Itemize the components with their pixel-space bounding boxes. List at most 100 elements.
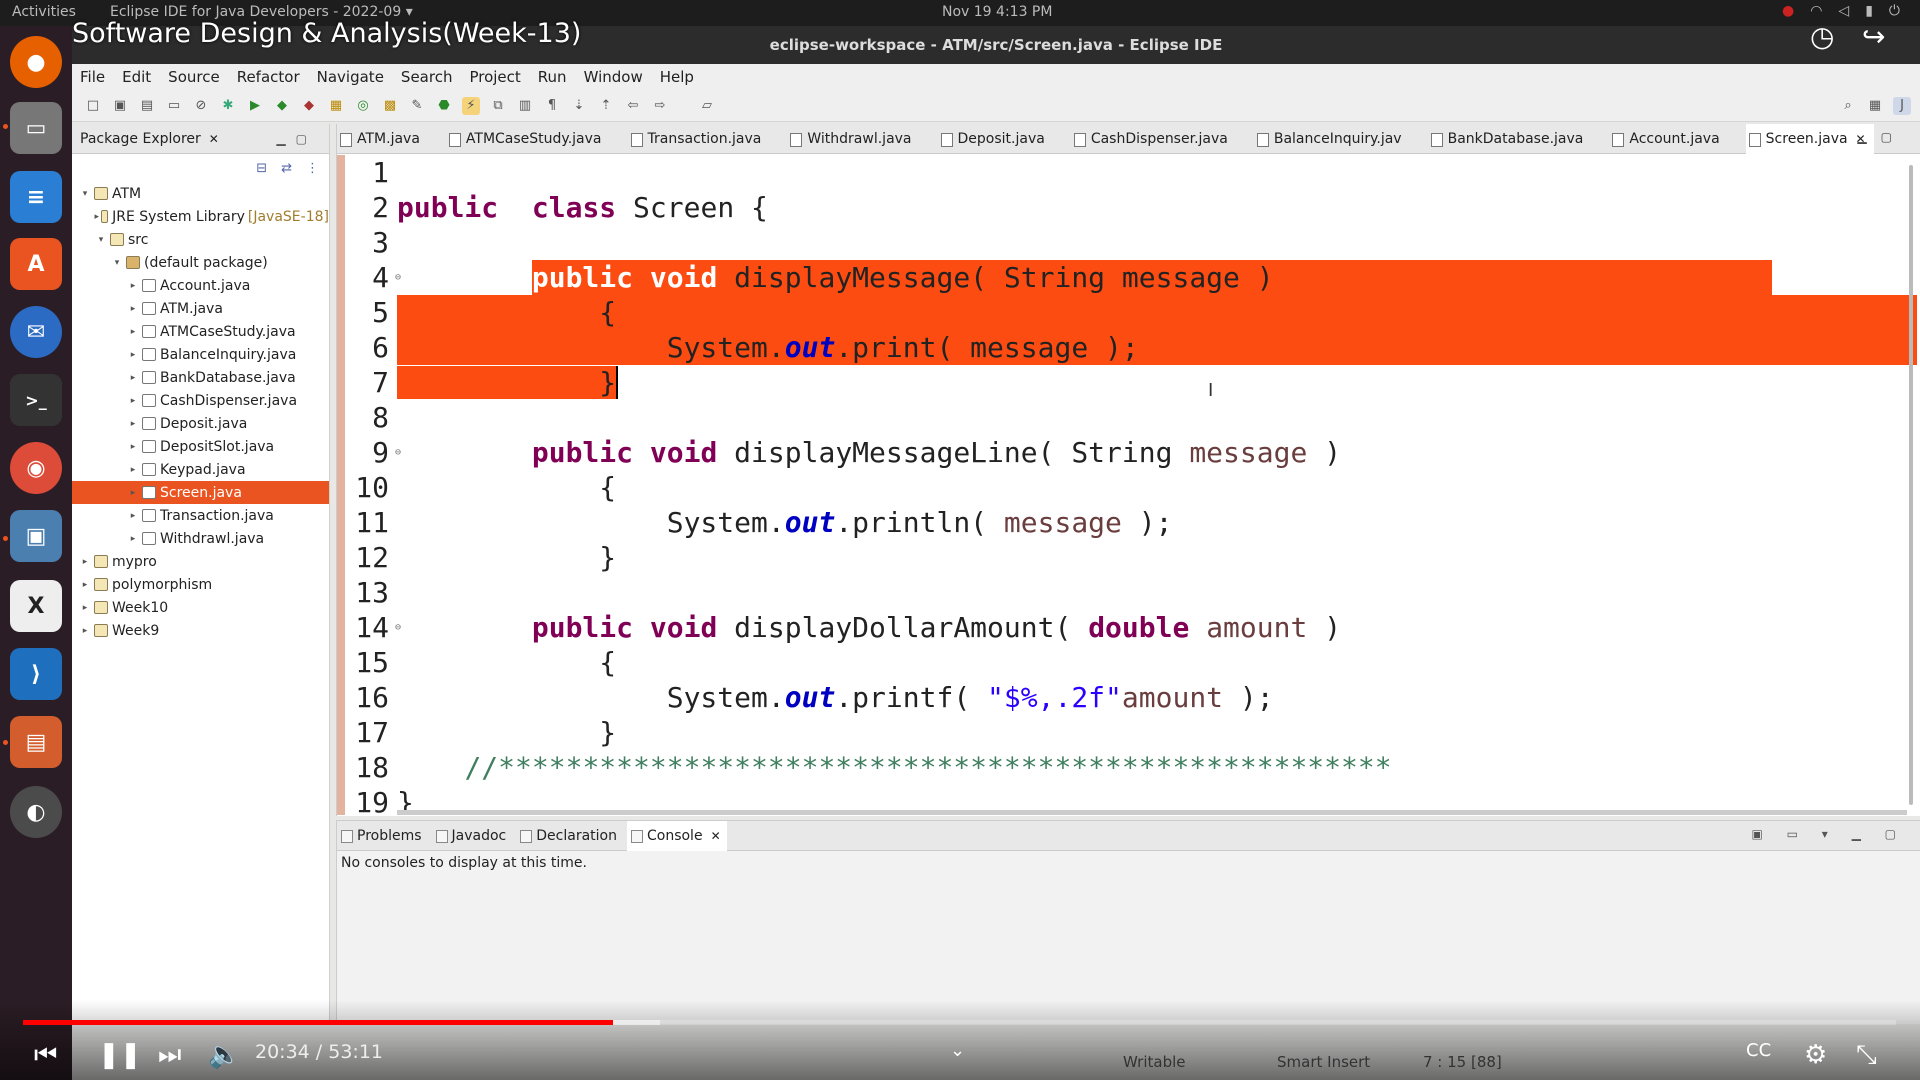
menu-edit[interactable]: Edit [122, 68, 151, 86]
menu-project[interactable]: Project [469, 68, 520, 86]
firefox-icon[interactable]: ● [10, 36, 62, 88]
editor-tab[interactable]: Deposit.java [938, 131, 1045, 147]
code-line[interactable]: public void displayDollarAmount( double … [397, 610, 1917, 645]
editor-view-controls[interactable]: ▁▢ [1857, 130, 1906, 144]
editor-tab[interactable]: ATM.java [337, 131, 420, 147]
video-title[interactable]: Software Design & Analysis(Week-13) [72, 18, 581, 49]
share-icon[interactable]: ↪ [1862, 20, 1885, 53]
editor-tab[interactable]: CashDispenser.java [1071, 131, 1228, 147]
chevron-right-icon[interactable]: ▸ [78, 580, 92, 590]
menu-refactor[interactable]: Refactor [237, 68, 300, 86]
code-line[interactable] [397, 400, 1917, 435]
new-class-icon[interactable]: ◎ [354, 97, 372, 115]
tree-node[interactable]: ▸ Withdrawl.java [72, 527, 329, 550]
chevron-right-icon[interactable]: ▸ [126, 281, 140, 291]
run-icon[interactable]: ▶ [246, 97, 264, 115]
tree-node[interactable]: ▸ Account.java [72, 274, 329, 297]
chevron-right-icon[interactable]: ▸ [126, 350, 140, 360]
code-line[interactable]: //**************************************… [397, 750, 1917, 785]
code-line[interactable] [397, 575, 1917, 610]
editor-tab[interactable]: Screen.java ✕ [1745, 123, 1874, 154]
editor-tab[interactable]: ATMCaseStudy.java [446, 131, 602, 147]
close-icon[interactable]: ✕ [711, 829, 721, 843]
captions-icon[interactable]: CC [1746, 1040, 1771, 1061]
tree-node[interactable]: ▸ ATMCaseStudy.java [72, 320, 329, 343]
menu-window[interactable]: Window [584, 68, 643, 86]
back-icon[interactable]: ⇦ [624, 97, 642, 115]
tree-node[interactable]: ▸ Week9 [72, 619, 329, 642]
chevron-right-icon[interactable]: ▸ [126, 373, 140, 383]
tree-node[interactable]: ▸ CashDispenser.java [72, 389, 329, 412]
code-line[interactable]: System.out.printf( "$%,.2f"amount ); [397, 680, 1917, 715]
impress-icon[interactable]: ▤ [10, 716, 62, 768]
tree-node[interactable]: ▾ ATM [72, 182, 329, 205]
menu-help[interactable]: Help [660, 68, 694, 86]
volume-icon[interactable]: 🔈 [208, 1040, 240, 1070]
thunderbird-icon[interactable]: ✉ [10, 306, 62, 358]
chevron-down-icon[interactable]: ▾ [110, 258, 124, 268]
view-menu-icon[interactable]: ⋮ [306, 161, 319, 176]
console-view-controls[interactable]: ▣ ▭ ▾ ▁ ▢ [1751, 827, 1906, 841]
skip-breakpoints-icon[interactable]: ⊘ [192, 97, 210, 115]
save-all-icon[interactable]: ▤ [138, 97, 156, 115]
watch-later-icon[interactable]: ◷ [1810, 20, 1834, 53]
chevron-right-icon[interactable]: ▸ [126, 396, 140, 406]
tab-console[interactable]: Console ✕ [626, 820, 727, 851]
settings-icon[interactable]: ⚙ [1804, 1040, 1827, 1070]
open-type-icon[interactable]: ▩ [381, 97, 399, 115]
prev-edit-icon[interactable]: ⇡ [597, 97, 615, 115]
chevron-down-icon[interactable]: ▾ [94, 235, 108, 245]
chevron-right-icon[interactable]: ▸ [126, 304, 140, 314]
chevron-right-icon[interactable]: ▸ [94, 212, 99, 222]
editor-tab[interactable]: BalanceInquiry.jav [1254, 131, 1402, 147]
toggle-mark-occurrences-icon[interactable]: ⚡ [462, 96, 480, 115]
chevron-down-icon[interactable]: ⌄ [950, 1040, 965, 1061]
editor-tab[interactable]: Withdrawl.java [787, 131, 912, 147]
tree-node[interactable]: ▸ BankDatabase.java [72, 366, 329, 389]
code-line[interactable]: } [397, 715, 1917, 750]
search-icon[interactable]: ⌕ [1839, 97, 1857, 115]
code-line[interactable]: { [397, 645, 1917, 680]
tree-node[interactable]: ▸ ATM.java [72, 297, 329, 320]
chevron-right-icon[interactable]: ▸ [126, 488, 140, 498]
chevron-right-icon[interactable]: ▸ [126, 465, 140, 475]
chevron-right-icon[interactable]: ▸ [78, 603, 92, 613]
word-wrap-icon[interactable]: ▥ [516, 97, 534, 115]
tab-declaration[interactable]: Declaration [516, 821, 623, 851]
perspective-icon[interactable]: ▦ [1866, 97, 1884, 115]
chrome-icon[interactable]: ◉ [10, 442, 62, 494]
code-line[interactable]: { [397, 295, 1917, 330]
tree-node[interactable]: ▸ mypro [72, 550, 329, 573]
video-progress-bar[interactable] [23, 1020, 1896, 1025]
chevron-right-icon[interactable]: ▸ [126, 419, 140, 429]
code-lines[interactable]: public class Screen { public void displa… [397, 155, 1917, 815]
next-annotation-icon[interactable]: ⬣ [435, 97, 453, 115]
chevron-right-icon[interactable]: ▸ [78, 626, 92, 636]
xournal-icon[interactable]: X [10, 580, 62, 632]
code-line[interactable]: public void displayMessageLine( String m… [397, 435, 1917, 470]
java-perspective-icon[interactable]: J [1893, 96, 1911, 115]
code-line[interactable]: System.out.println( message ); [397, 505, 1917, 540]
editor-tab[interactable]: BankDatabase.java [1428, 131, 1583, 147]
chevron-right-icon[interactable]: ▸ [126, 327, 140, 337]
horizontal-scrollbar[interactable] [397, 810, 1907, 815]
link-editor-icon[interactable]: ⇄ [281, 161, 292, 176]
tree-node[interactable]: ▸ BalanceInquiry.java [72, 343, 329, 366]
tree-node[interactable]: ▸ DepositSlot.java [72, 435, 329, 458]
collapse-all-icon[interactable]: ⊟ [256, 161, 267, 176]
search-toolbar-icon[interactable]: ✎ [408, 97, 426, 115]
code-line[interactable] [397, 225, 1917, 260]
code-line[interactable]: System.out.print( message ); [397, 330, 1917, 365]
next-edit-icon[interactable]: ⇣ [570, 97, 588, 115]
writer-icon[interactable]: ≡ [10, 171, 62, 223]
view-controls[interactable]: ▁▢ [276, 132, 317, 146]
chevron-right-icon[interactable]: ▸ [126, 442, 140, 452]
code-area[interactable]: 1 2 3 4 ⊖ 5 6 7 8 9 ⊖ 10 11 12 13 14 ⊖ 15 16 17 18 19 public … [337, 155, 1920, 815]
terminal-icon[interactable]: ▭ [165, 97, 183, 115]
coverage-icon[interactable]: ◆ [273, 97, 291, 115]
tree-node[interactable]: ▾ (default package) [72, 251, 329, 274]
editor-tab[interactable]: Transaction.java [628, 131, 761, 147]
chevron-right-icon[interactable]: ▸ [126, 511, 140, 521]
chevron-right-icon[interactable]: ▸ [126, 534, 140, 544]
app-center-icon[interactable]: A [10, 238, 62, 290]
